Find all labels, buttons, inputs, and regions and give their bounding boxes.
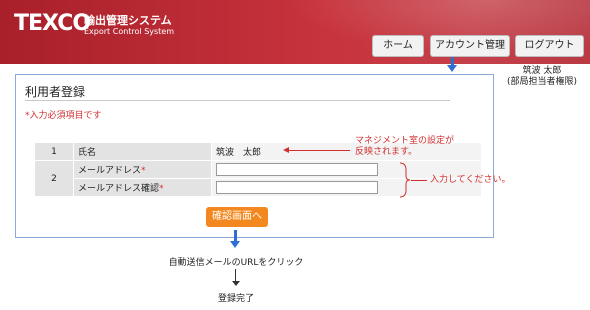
user-info: 筑波 太郎 (部局担当者権限)	[497, 66, 587, 88]
title-divider	[25, 100, 450, 101]
row-number: 2	[34, 160, 74, 197]
email-confirm-label-text: メールアドレス確認	[78, 184, 160, 194]
account-arrow-stem	[451, 57, 454, 65]
step-click-url: 自動送信メールのURLをクリック	[168, 258, 304, 268]
user-name: 筑波 太郎	[522, 66, 562, 76]
page-title: 利用者登録	[25, 85, 86, 99]
annotation-arrow-head	[283, 147, 289, 153]
email-label-text: メールアドレス	[78, 166, 142, 176]
table-row: メールアドレス確認*	[35, 178, 482, 197]
confirm-button[interactable]: 確認画面へ	[206, 207, 268, 227]
table-row: 2 メールアドレス*	[34, 160, 482, 197]
account-management-button[interactable]: アカウント管理	[430, 35, 510, 57]
management-note-line2: 反映されます。	[355, 147, 418, 157]
row-number: 1	[34, 142, 74, 161]
annotation-line	[411, 180, 427, 181]
email-label: メールアドレス*	[73, 160, 212, 179]
app-header: TEXCO 輸出管理システム Export Control System ホーム…	[0, 0, 590, 64]
management-note: マネジメント室の設定が 反映されます。	[355, 136, 454, 158]
input-note: 入力してください。	[430, 175, 511, 185]
email-confirm-label: メールアドレス確認*	[73, 178, 212, 197]
logout-button[interactable]: ログアウト	[515, 35, 584, 57]
required-mark: *	[159, 184, 164, 194]
required-note: *入力必須項目です	[25, 111, 102, 121]
system-name-en: Export Control System	[84, 27, 175, 36]
input-brace	[399, 162, 411, 198]
confirm-arrow-head	[230, 241, 240, 248]
account-arrow-head	[447, 65, 457, 72]
step-complete: 登録完了	[217, 294, 254, 304]
user-role: (部局担当者権限)	[506, 77, 578, 87]
name-label: 氏名	[73, 142, 212, 161]
confirm-arrow-stem	[234, 230, 237, 241]
email-confirm-field[interactable]	[216, 181, 378, 194]
required-mark: *	[141, 166, 146, 176]
texco-logo: TEXCO	[14, 11, 91, 36]
email-field[interactable]	[216, 163, 378, 176]
system-name-jp: 輸出管理システム	[84, 14, 172, 27]
annotation-line	[288, 150, 350, 151]
management-note-line1: マネジメント室の設定が	[355, 136, 455, 146]
home-button[interactable]: ホーム	[372, 35, 424, 57]
step-arrow-head	[232, 281, 240, 286]
